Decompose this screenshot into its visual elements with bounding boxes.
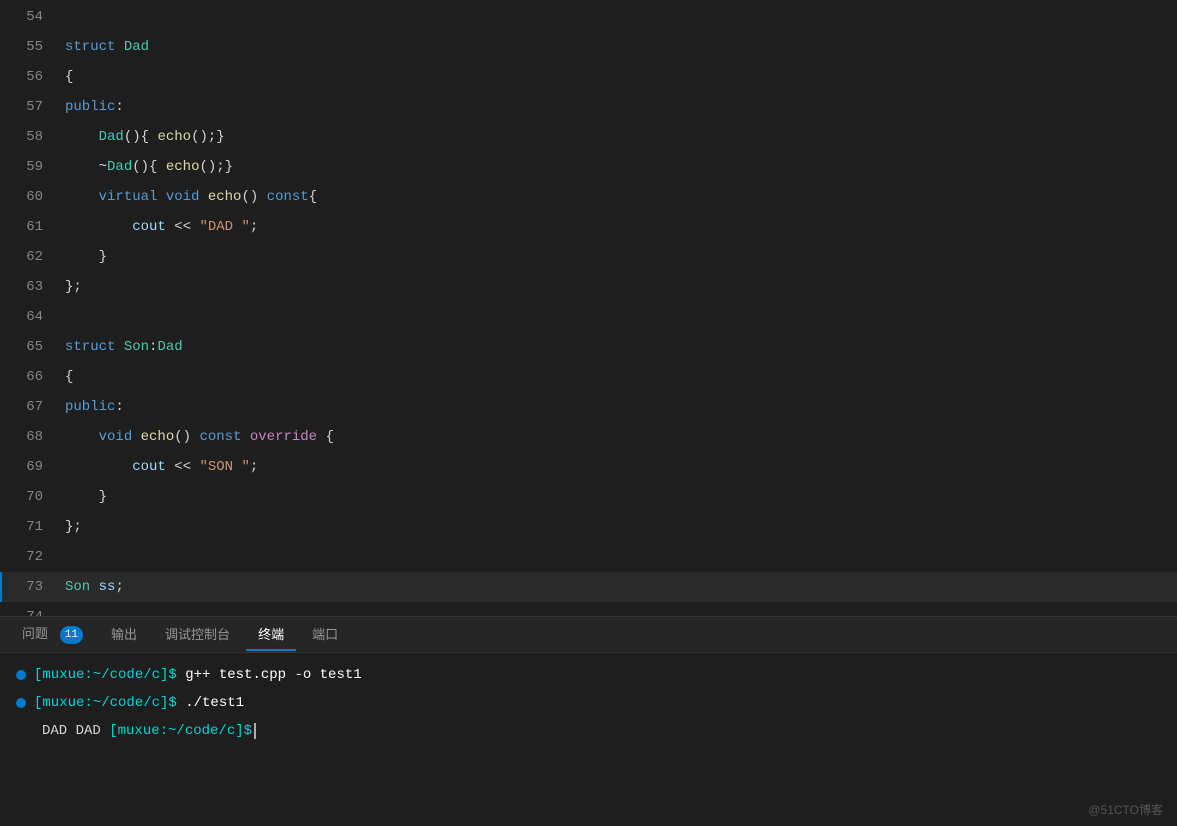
tab-terminal-label: 终端 [258, 628, 284, 643]
code-line-60: 60 virtual void echo() const{ [0, 182, 1177, 212]
panel-tabs: 问题 11 输出 调试控制台 终端 端口 [0, 617, 1177, 653]
terminal-line-3: DAD DAD [muxue:~/code/c]$ [16, 719, 1161, 743]
prompt-3: [muxue:~/code/c]$ [109, 719, 252, 743]
tab-ports-label: 端口 [312, 628, 338, 643]
code-line-68: 68 void echo() const override { [0, 422, 1177, 452]
terminal-line-1: [muxue:~/code/c]$ g++ test.cpp -o test1 [16, 663, 1161, 687]
dot-3 [16, 726, 34, 736]
code-line-54: 54 [0, 2, 1177, 32]
editor-area[interactable]: 54 55 struct Dad 56 { 57 public: 58 Dad(… [0, 0, 1177, 616]
code-line-64: 64 [0, 302, 1177, 332]
bottom-panel: 问题 11 输出 调试控制台 终端 端口 [muxue:~/code/c]$ g… [0, 616, 1177, 826]
code-line-59: 59 ~Dad(){ echo();} [0, 152, 1177, 182]
tab-debug-console-label: 调试控制台 [165, 628, 230, 643]
output-3: DAD DAD [42, 719, 109, 743]
tab-problems-label: 问题 [22, 627, 48, 642]
code-line-65: 65 struct Son:Dad [0, 332, 1177, 362]
code-line-69: 69 cout << "SON "; [0, 452, 1177, 482]
prompt-1: [muxue:~/code/c]$ [34, 663, 177, 687]
code-line-73: 73 Son ss; [0, 572, 1177, 602]
code-line-63: 63 }; [0, 272, 1177, 302]
code-line-67: 67 public: [0, 392, 1177, 422]
code-line-72: 72 [0, 542, 1177, 572]
code-line-61: 61 cout << "DAD "; [0, 212, 1177, 242]
active-line-indicator [0, 572, 2, 602]
code-line-71: 71 }; [0, 512, 1177, 542]
watermark: @51CTO博客 [1088, 801, 1163, 818]
cmd-1: g++ test.cpp -o test1 [177, 663, 362, 687]
prompt-2: [muxue:~/code/c]$ [34, 691, 177, 715]
code-container: 54 55 struct Dad 56 { 57 public: 58 Dad(… [0, 0, 1177, 616]
tab-output-label: 输出 [111, 628, 137, 643]
problems-badge: 11 [60, 626, 83, 644]
tab-ports[interactable]: 端口 [300, 618, 350, 651]
code-line-62: 62 } [0, 242, 1177, 272]
code-line-74: 74 [0, 602, 1177, 616]
cmd-2: ./test1 [177, 691, 244, 715]
code-line-66: 66 { [0, 362, 1177, 392]
code-line-70: 70 } [0, 482, 1177, 512]
tab-debug-console[interactable]: 调试控制台 [153, 618, 242, 651]
dot-2 [16, 698, 26, 708]
dot-1 [16, 670, 26, 680]
code-line-55: 55 struct Dad [0, 32, 1177, 62]
code-line-56: 56 { [0, 62, 1177, 92]
terminal-area[interactable]: [muxue:~/code/c]$ g++ test.cpp -o test1 … [0, 653, 1177, 826]
cursor [254, 723, 256, 739]
tab-problems[interactable]: 问题 11 [10, 617, 95, 652]
code-line-57: 57 public: [0, 92, 1177, 122]
terminal-line-2: [muxue:~/code/c]$ ./test1 [16, 691, 1161, 715]
tab-terminal[interactable]: 终端 [246, 618, 296, 651]
code-line-58: 58 Dad(){ echo();} [0, 122, 1177, 152]
tab-output[interactable]: 输出 [99, 618, 149, 651]
